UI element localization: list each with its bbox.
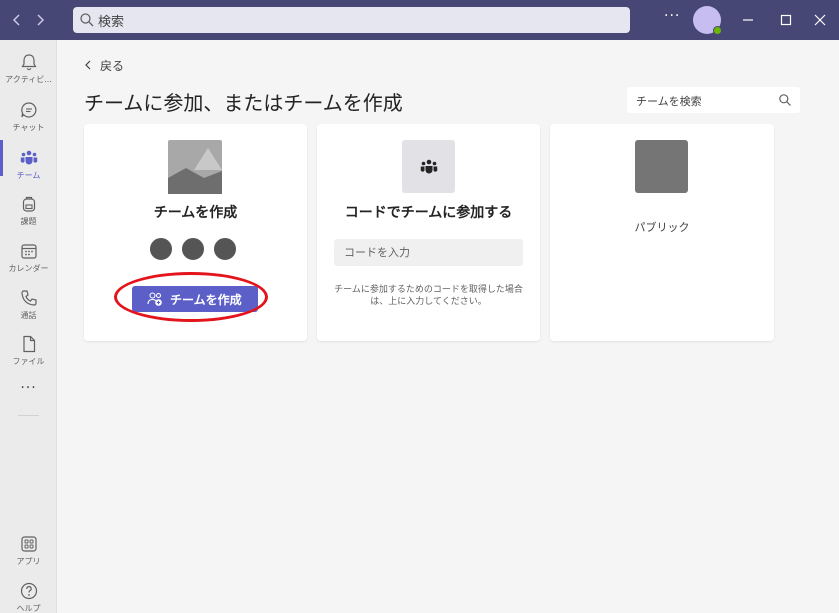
bell-icon xyxy=(21,54,37,71)
sidebar-item-help[interactable]: ヘルプ xyxy=(0,573,57,613)
sidebar-divider xyxy=(18,415,39,416)
sidebar-item-label: カレンダー xyxy=(8,264,49,273)
create-team-button-label: チームを作成 xyxy=(170,293,242,307)
create-team-title: チームを作成 xyxy=(153,205,238,221)
presence-status-icon xyxy=(713,26,722,35)
chat-icon xyxy=(21,102,37,118)
back-label: 戻る xyxy=(100,59,125,73)
back-link[interactable]: 戻る xyxy=(84,57,124,74)
close-icon[interactable] xyxy=(810,10,830,30)
file-icon xyxy=(23,335,36,353)
join-team-icon-box xyxy=(402,140,455,193)
sidebar-item-label: ヘルプ xyxy=(16,604,41,613)
page-title: チームに参加、またはチームを作成 xyxy=(84,91,403,115)
maximize-icon[interactable] xyxy=(776,10,796,30)
team-image-placeholder-icon xyxy=(168,140,222,194)
phone-icon xyxy=(21,290,37,306)
member-avatar xyxy=(212,236,238,262)
public-team-image xyxy=(635,140,688,193)
join-with-code-title: コードでチームに参加する xyxy=(344,205,513,221)
more-apps-icon[interactable]: ··· xyxy=(0,380,57,396)
app-sidebar: アクティビ... チャット チーム 課題 カレンダー 通話 ファイル ··· ア… xyxy=(0,40,57,613)
member-avatar xyxy=(180,236,206,262)
forward-arrow-icon[interactable] xyxy=(30,10,50,30)
sidebar-item-label: ファイル xyxy=(12,357,45,366)
sidebar-item-label: 課題 xyxy=(20,217,37,226)
sidebar-item-files[interactable]: ファイル xyxy=(0,326,57,376)
calendar-icon xyxy=(21,244,37,259)
join-code-description: チームに参加するためのコードを取得した場合は、上に入力してください。 xyxy=(334,285,523,307)
sidebar-item-label: アプリ xyxy=(16,557,41,566)
search-icon xyxy=(779,94,791,106)
public-team-label: パブリック xyxy=(634,221,690,234)
member-avatars xyxy=(148,236,243,262)
sidebar-item-calls[interactable]: 通話 xyxy=(0,280,57,330)
help-icon xyxy=(20,582,38,600)
teams-icon xyxy=(20,150,38,165)
sidebar-item-label: チーム xyxy=(16,171,41,180)
minimize-icon[interactable] xyxy=(738,10,758,30)
public-team-card[interactable]: パブリック xyxy=(550,124,774,341)
teams-icon xyxy=(420,159,438,174)
sidebar-item-activity[interactable]: アクティビ... xyxy=(0,44,57,94)
sidebar-item-chat[interactable]: チャット xyxy=(0,92,57,142)
user-avatar[interactable] xyxy=(693,6,722,35)
sidebar-item-label: チャット xyxy=(12,123,45,132)
back-arrow-icon[interactable] xyxy=(7,10,27,30)
create-team-card: チームを作成 チームを作成 xyxy=(84,124,307,341)
sidebar-item-label: 通話 xyxy=(20,311,37,320)
create-team-button[interactable]: チームを作成 xyxy=(132,286,258,312)
search-icon xyxy=(80,13,94,27)
team-code-input[interactable] xyxy=(334,239,523,266)
add-people-icon xyxy=(147,292,162,306)
sidebar-item-assignments[interactable]: 課題 xyxy=(0,186,57,236)
backpack-icon xyxy=(22,196,36,212)
sidebar-item-apps[interactable]: アプリ xyxy=(0,526,57,576)
chevron-left-icon xyxy=(84,59,92,73)
more-options-icon[interactable]: ··· xyxy=(664,8,680,24)
apps-icon xyxy=(21,536,37,552)
join-with-code-card: コードでチームに参加する チームに参加するためのコードを取得した場合は、上に入力… xyxy=(317,124,540,341)
team-search-input[interactable]: チームを検索 xyxy=(627,87,800,113)
global-search-input[interactable]: 検索 xyxy=(73,7,630,33)
global-search-placeholder: 検索 xyxy=(98,15,125,30)
title-bar: 検索 ··· xyxy=(0,0,839,40)
member-avatar xyxy=(148,236,174,262)
sidebar-item-teams[interactable]: チーム xyxy=(0,140,57,190)
team-search-placeholder: チームを検索 xyxy=(636,95,702,108)
sidebar-item-calendar[interactable]: カレンダー xyxy=(0,233,57,283)
sidebar-item-label: アクティビ... xyxy=(5,75,52,84)
